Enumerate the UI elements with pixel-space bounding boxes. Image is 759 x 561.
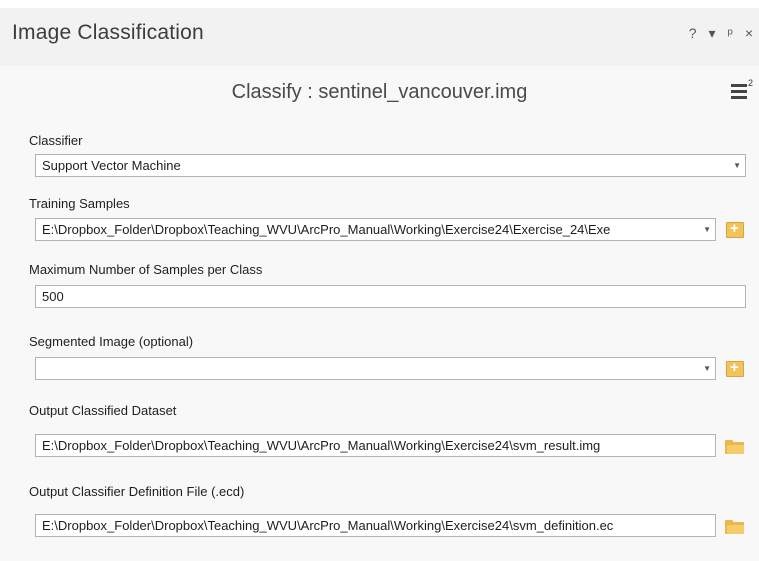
output-definition-label: Output Classifier Definition File (.ecd) (29, 484, 245, 499)
output-dataset-label: Output Classified Dataset (29, 403, 177, 418)
output-definition-value: E:\Dropbox_Folder\Dropbox\Teaching_WVU\A… (42, 518, 614, 533)
output-dataset-value: E:\Dropbox_Folder\Dropbox\Teaching_WVU\A… (42, 438, 601, 453)
segmented-image-dropdown[interactable]: ▼ (35, 357, 716, 380)
tool-title: Classify : sentinel_vancouver.img (231, 81, 528, 103)
help-button[interactable]: ? (689, 25, 697, 41)
close-button[interactable]: × (745, 25, 753, 41)
max-samples-value: 500 (42, 289, 64, 304)
folder-icon[interactable] (725, 440, 744, 454)
training-samples-value: E:\Dropbox_Folder\Dropbox\Teaching_WVU\A… (42, 222, 611, 237)
chevron-down-icon[interactable]: ▼ (703, 358, 711, 379)
chevron-down-icon[interactable]: ▼ (733, 155, 741, 176)
pane-header: Image Classification ? ▾ ᵖ × (0, 8, 759, 66)
max-samples-input[interactable]: 500 (35, 285, 746, 308)
chevron-down-icon[interactable]: ▼ (699, 219, 711, 240)
add-data-icon[interactable] (726, 220, 744, 238)
pane-options-dropdown-icon[interactable]: ▾ (708, 25, 715, 41)
classifier-value: Support Vector Machine (42, 158, 181, 173)
add-data-icon[interactable] (726, 359, 744, 377)
output-dataset-input[interactable]: E:\Dropbox_Folder\Dropbox\Teaching_WVU\A… (35, 434, 716, 457)
max-samples-label: Maximum Number of Samples per Class (29, 262, 263, 277)
pin-icon[interactable]: ᵖ (728, 25, 733, 41)
output-definition-input[interactable]: E:\Dropbox_Folder\Dropbox\Teaching_WVU\A… (35, 514, 716, 537)
folder-icon[interactable] (725, 520, 744, 534)
pane-controls: ? ▾ ᵖ × (689, 25, 753, 41)
hamburger-menu-icon[interactable]: 2 (731, 78, 753, 102)
tool-content: Classify : sentinel_vancouver.img 2 Clas… (0, 66, 759, 561)
training-samples-label: Training Samples (29, 196, 130, 211)
classifier-label: Classifier (29, 133, 83, 148)
classifier-dropdown[interactable]: Support Vector Machine ▼ (35, 154, 746, 177)
menu-superscript: 2 (747, 78, 753, 88)
training-samples-dropdown[interactable]: E:\Dropbox_Folder\Dropbox\Teaching_WVU\A… (35, 218, 716, 241)
top-strip (0, 0, 759, 8)
pane-title: Image Classification (12, 21, 204, 44)
segmented-image-label: Segmented Image (optional) (29, 334, 194, 349)
